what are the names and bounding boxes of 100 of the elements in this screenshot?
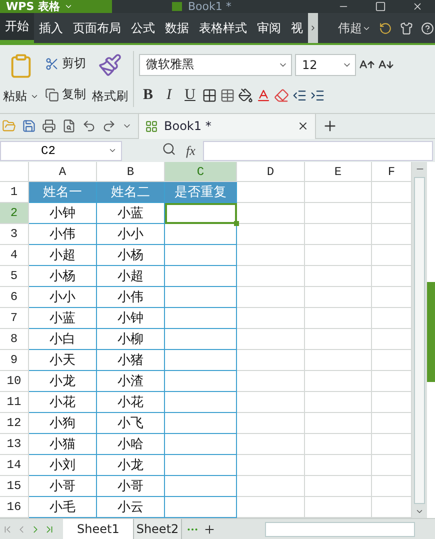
save-icon[interactable] (22, 119, 36, 133)
borders-icon[interactable] (202, 88, 217, 104)
row-header[interactable]: 13 (0, 434, 29, 455)
add-sheet-icon[interactable] (202, 522, 216, 536)
cut-button[interactable]: 剪切 (45, 55, 86, 72)
row-header[interactable]: 2 (0, 203, 29, 224)
paintbrush-icon[interactable] (98, 53, 122, 78)
function-button[interactable]: fx (186, 142, 196, 158)
table-style-icon[interactable] (220, 88, 235, 104)
table-cell (165, 392, 237, 413)
row-header[interactable]: 4 (0, 245, 29, 266)
row-header[interactable]: 5 (0, 266, 29, 287)
vertical-scrollbar[interactable] (412, 162, 427, 518)
table-cell: 小杨 (97, 245, 165, 266)
underline-button[interactable]: U (181, 87, 199, 104)
table-cell (305, 182, 372, 203)
new-tab-icon[interactable] (322, 118, 338, 134)
menu-tab[interactable]: 视 (286, 13, 308, 43)
column-header[interactable]: C (165, 162, 237, 182)
chevron-right-icon[interactable] (309, 24, 317, 32)
print-icon[interactable] (42, 119, 56, 133)
font-color-icon[interactable] (256, 88, 271, 104)
column-header[interactable]: D (237, 162, 305, 182)
maximize-icon[interactable] (375, 1, 386, 12)
row-header[interactable]: 12 (0, 413, 29, 434)
close-icon[interactable] (412, 1, 423, 12)
increase-indent-icon[interactable] (310, 88, 325, 104)
row-header[interactable]: 1 (0, 182, 29, 203)
shirt-icon[interactable] (400, 22, 413, 34)
table-cell (305, 203, 372, 224)
table-cell: 小伟 (29, 224, 97, 245)
close-icon[interactable] (297, 120, 309, 132)
row-header[interactable]: 8 (0, 329, 29, 350)
menu-tab[interactable]: 表格样式 (194, 13, 252, 43)
table-cell: 小龙 (29, 371, 97, 392)
table-cell: 小白 (29, 329, 97, 350)
formula-field[interactable] (203, 140, 433, 160)
menu-tab[interactable]: 开始 (0, 13, 34, 43)
menu-tab[interactable]: 插入 (34, 13, 68, 43)
redo-icon[interactable] (102, 119, 116, 133)
menu-tab[interactable]: 公式 (126, 13, 160, 43)
fill-color-icon[interactable] (238, 88, 253, 104)
table-cell (165, 476, 237, 497)
table-cell: 小刘 (29, 455, 97, 476)
format-painter-button[interactable]: 格式刷 (92, 88, 128, 105)
table-cell: 小龙 (97, 455, 165, 476)
paste-button[interactable]: 粘贴 (3, 88, 27, 106)
help-icon[interactable] (421, 22, 434, 34)
sync-icon[interactable] (379, 22, 392, 34)
undo-icon[interactable] (82, 119, 96, 133)
search-icon[interactable] (162, 142, 176, 156)
column-header[interactable]: B (97, 162, 165, 182)
copy-button[interactable]: 复制 (45, 86, 86, 103)
row-header[interactable]: 14 (0, 455, 29, 476)
fill-handle[interactable] (234, 221, 239, 226)
font-size-select[interactable]: 12 (295, 54, 356, 76)
last-sheet-icon[interactable] (44, 524, 55, 534)
menu-tab[interactable]: 数据 (160, 13, 194, 43)
sheet-tab[interactable]: Sheet2 (134, 519, 182, 539)
column-header[interactable]: E (305, 162, 372, 182)
table-cell (237, 287, 305, 308)
row-header[interactable]: 9 (0, 350, 29, 371)
copy-icon[interactable] (45, 88, 59, 102)
menu-tab[interactable]: 审阅 (252, 13, 286, 43)
caret-icon[interactable] (64, 2, 73, 11)
table-cell: 小猪 (97, 350, 165, 371)
table-cell (305, 413, 372, 434)
menu-tab[interactable]: 页面布局 (68, 13, 126, 43)
italic-button[interactable]: I (160, 87, 178, 104)
table-cell: 小柳 (97, 329, 165, 350)
app-menu-button[interactable]: WPS 表格 (0, 0, 112, 13)
row-header[interactable]: 15 (0, 476, 29, 497)
horizontal-scrollbar[interactable] (265, 522, 415, 536)
row-header[interactable]: 11 (0, 392, 29, 413)
table-cell (165, 371, 237, 392)
table-cell (372, 287, 412, 308)
print-preview-icon[interactable] (62, 119, 76, 133)
scissors-icon[interactable] (45, 56, 59, 70)
row-header[interactable]: 6 (0, 287, 29, 308)
table-cell (372, 203, 412, 224)
row-header[interactable]: 10 (0, 371, 29, 392)
row-header[interactable]: 7 (0, 308, 29, 329)
scroll-down-icon[interactable] (415, 507, 424, 516)
font-select[interactable]: 微软雅黑 (139, 54, 292, 76)
table-cell (165, 434, 237, 455)
name-box[interactable]: C2 (0, 140, 122, 160)
table-cell (305, 476, 372, 497)
column-header[interactable]: A (29, 162, 97, 182)
user-menu[interactable]: 伟超 (338, 20, 362, 36)
clear-format-icon[interactable] (274, 88, 289, 104)
sheet-tab[interactable]: Sheet1 (63, 519, 134, 539)
title-document-tab[interactable]: Book1 * (188, 0, 232, 13)
column-header[interactable]: F (372, 162, 412, 182)
document-tab[interactable]: Book1 * (138, 114, 316, 138)
caret-icon[interactable] (108, 146, 117, 155)
row-header[interactable]: 3 (0, 224, 29, 245)
decrease-indent-icon[interactable] (292, 88, 307, 104)
bold-button[interactable]: B (139, 87, 157, 104)
side-panel-handle[interactable] (427, 282, 435, 382)
row-header[interactable]: 16 (0, 497, 29, 518)
